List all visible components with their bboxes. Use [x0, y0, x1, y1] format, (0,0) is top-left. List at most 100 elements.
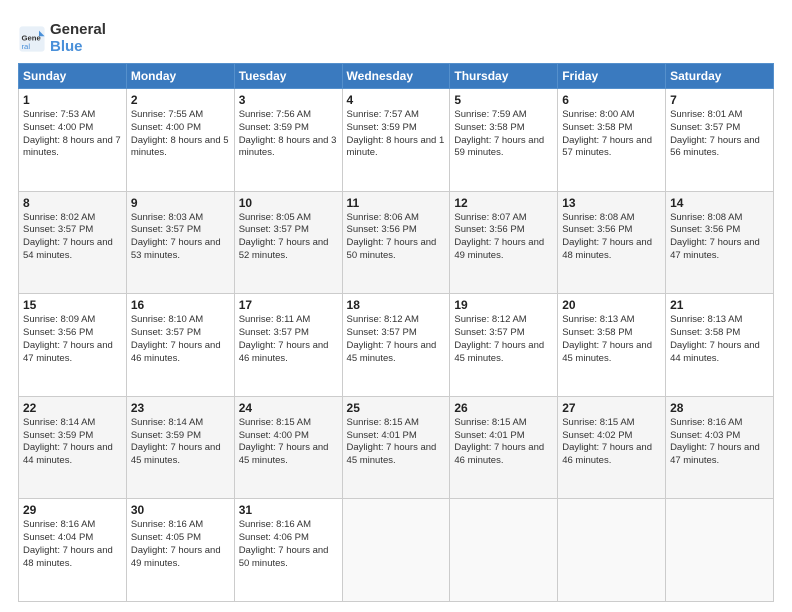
day-number: 29 — [23, 503, 122, 517]
day-cell — [450, 499, 558, 602]
day-info: Sunrise: 8:10 AMSunset: 3:57 PMDaylight:… — [131, 314, 221, 363]
page: Gene ral General Blue SundayMondayTuesda… — [0, 0, 792, 612]
day-cell: 2 Sunrise: 7:55 AMSunset: 4:00 PMDayligh… — [126, 89, 234, 192]
day-info: Sunrise: 8:12 AMSunset: 3:57 PMDaylight:… — [454, 314, 544, 363]
day-info: Sunrise: 8:08 AMSunset: 3:56 PMDaylight:… — [670, 212, 760, 261]
day-info: Sunrise: 8:13 AMSunset: 3:58 PMDaylight:… — [670, 314, 760, 363]
day-cell: 9 Sunrise: 8:03 AMSunset: 3:57 PMDayligh… — [126, 191, 234, 294]
day-number: 18 — [347, 298, 446, 312]
column-header-tuesday: Tuesday — [234, 64, 342, 89]
column-header-friday: Friday — [558, 64, 666, 89]
day-number: 28 — [670, 401, 769, 415]
day-info: Sunrise: 8:06 AMSunset: 3:56 PMDaylight:… — [347, 212, 437, 261]
day-cell: 3 Sunrise: 7:56 AMSunset: 3:59 PMDayligh… — [234, 89, 342, 192]
day-info: Sunrise: 8:07 AMSunset: 3:56 PMDaylight:… — [454, 212, 544, 261]
day-number: 5 — [454, 93, 553, 107]
day-number: 21 — [670, 298, 769, 312]
svg-text:Gene: Gene — [22, 33, 42, 42]
day-cell: 12 Sunrise: 8:07 AMSunset: 3:56 PMDaylig… — [450, 191, 558, 294]
day-info: Sunrise: 7:56 AMSunset: 3:59 PMDaylight:… — [239, 109, 337, 158]
day-number: 24 — [239, 401, 338, 415]
column-header-saturday: Saturday — [666, 64, 774, 89]
header: Gene ral General Blue — [18, 18, 774, 55]
day-number: 17 — [239, 298, 338, 312]
day-cell: 29 Sunrise: 8:16 AMSunset: 4:04 PMDaylig… — [19, 499, 127, 602]
day-cell: 15 Sunrise: 8:09 AMSunset: 3:56 PMDaylig… — [19, 294, 127, 397]
day-info: Sunrise: 8:03 AMSunset: 3:57 PMDaylight:… — [131, 212, 221, 261]
week-row-1: 1 Sunrise: 7:53 AMSunset: 4:00 PMDayligh… — [19, 89, 774, 192]
day-cell: 8 Sunrise: 8:02 AMSunset: 3:57 PMDayligh… — [19, 191, 127, 294]
day-info: Sunrise: 7:57 AMSunset: 3:59 PMDaylight:… — [347, 109, 445, 158]
day-cell: 14 Sunrise: 8:08 AMSunset: 3:56 PMDaylig… — [666, 191, 774, 294]
day-cell: 10 Sunrise: 8:05 AMSunset: 3:57 PMDaylig… — [234, 191, 342, 294]
day-cell: 22 Sunrise: 8:14 AMSunset: 3:59 PMDaylig… — [19, 396, 127, 499]
day-cell: 17 Sunrise: 8:11 AMSunset: 3:57 PMDaylig… — [234, 294, 342, 397]
column-header-sunday: Sunday — [19, 64, 127, 89]
svg-text:ral: ral — [22, 41, 31, 50]
day-number: 13 — [562, 196, 661, 210]
day-info: Sunrise: 8:14 AMSunset: 3:59 PMDaylight:… — [131, 417, 221, 466]
day-number: 19 — [454, 298, 553, 312]
day-number: 31 — [239, 503, 338, 517]
day-number: 11 — [347, 196, 446, 210]
day-info: Sunrise: 8:01 AMSunset: 3:57 PMDaylight:… — [670, 109, 760, 158]
day-cell: 13 Sunrise: 8:08 AMSunset: 3:56 PMDaylig… — [558, 191, 666, 294]
column-header-monday: Monday — [126, 64, 234, 89]
day-number: 27 — [562, 401, 661, 415]
day-number: 30 — [131, 503, 230, 517]
day-info: Sunrise: 8:16 AMSunset: 4:04 PMDaylight:… — [23, 519, 113, 568]
day-info: Sunrise: 8:05 AMSunset: 3:57 PMDaylight:… — [239, 212, 329, 261]
day-number: 7 — [670, 93, 769, 107]
day-cell: 28 Sunrise: 8:16 AMSunset: 4:03 PMDaylig… — [666, 396, 774, 499]
day-info: Sunrise: 8:12 AMSunset: 3:57 PMDaylight:… — [347, 314, 437, 363]
logo: Gene ral General Blue — [18, 22, 106, 55]
column-header-wednesday: Wednesday — [342, 64, 450, 89]
day-cell: 24 Sunrise: 8:15 AMSunset: 4:00 PMDaylig… — [234, 396, 342, 499]
day-cell — [342, 499, 450, 602]
logo-text: General Blue — [50, 22, 106, 55]
day-info: Sunrise: 8:00 AMSunset: 3:58 PMDaylight:… — [562, 109, 652, 158]
day-number: 20 — [562, 298, 661, 312]
day-cell: 16 Sunrise: 8:10 AMSunset: 3:57 PMDaylig… — [126, 294, 234, 397]
day-info: Sunrise: 8:16 AMSunset: 4:03 PMDaylight:… — [670, 417, 760, 466]
week-row-2: 8 Sunrise: 8:02 AMSunset: 3:57 PMDayligh… — [19, 191, 774, 294]
day-number: 12 — [454, 196, 553, 210]
day-number: 26 — [454, 401, 553, 415]
day-number: 25 — [347, 401, 446, 415]
day-number: 6 — [562, 93, 661, 107]
day-info: Sunrise: 8:09 AMSunset: 3:56 PMDaylight:… — [23, 314, 113, 363]
day-cell — [666, 499, 774, 602]
day-cell: 6 Sunrise: 8:00 AMSunset: 3:58 PMDayligh… — [558, 89, 666, 192]
day-cell: 27 Sunrise: 8:15 AMSunset: 4:02 PMDaylig… — [558, 396, 666, 499]
day-info: Sunrise: 8:11 AMSunset: 3:57 PMDaylight:… — [239, 314, 329, 363]
day-info: Sunrise: 7:59 AMSunset: 3:58 PMDaylight:… — [454, 109, 544, 158]
day-number: 14 — [670, 196, 769, 210]
day-cell: 21 Sunrise: 8:13 AMSunset: 3:58 PMDaylig… — [666, 294, 774, 397]
day-cell: 23 Sunrise: 8:14 AMSunset: 3:59 PMDaylig… — [126, 396, 234, 499]
day-cell: 31 Sunrise: 8:16 AMSunset: 4:06 PMDaylig… — [234, 499, 342, 602]
day-cell: 26 Sunrise: 8:15 AMSunset: 4:01 PMDaylig… — [450, 396, 558, 499]
day-cell: 1 Sunrise: 7:53 AMSunset: 4:00 PMDayligh… — [19, 89, 127, 192]
day-info: Sunrise: 8:14 AMSunset: 3:59 PMDaylight:… — [23, 417, 113, 466]
day-cell: 20 Sunrise: 8:13 AMSunset: 3:58 PMDaylig… — [558, 294, 666, 397]
day-number: 15 — [23, 298, 122, 312]
logo-icon: Gene ral — [18, 25, 46, 53]
column-header-thursday: Thursday — [450, 64, 558, 89]
day-info: Sunrise: 8:16 AMSunset: 4:06 PMDaylight:… — [239, 519, 329, 568]
day-number: 10 — [239, 196, 338, 210]
day-number: 9 — [131, 196, 230, 210]
day-info: Sunrise: 8:15 AMSunset: 4:02 PMDaylight:… — [562, 417, 652, 466]
day-info: Sunrise: 7:53 AMSunset: 4:00 PMDaylight:… — [23, 109, 121, 158]
day-number: 2 — [131, 93, 230, 107]
day-cell: 11 Sunrise: 8:06 AMSunset: 3:56 PMDaylig… — [342, 191, 450, 294]
day-cell: 7 Sunrise: 8:01 AMSunset: 3:57 PMDayligh… — [666, 89, 774, 192]
day-info: Sunrise: 8:08 AMSunset: 3:56 PMDaylight:… — [562, 212, 652, 261]
calendar-header-row: SundayMondayTuesdayWednesdayThursdayFrid… — [19, 64, 774, 89]
day-info: Sunrise: 8:15 AMSunset: 4:00 PMDaylight:… — [239, 417, 329, 466]
week-row-3: 15 Sunrise: 8:09 AMSunset: 3:56 PMDaylig… — [19, 294, 774, 397]
day-cell: 25 Sunrise: 8:15 AMSunset: 4:01 PMDaylig… — [342, 396, 450, 499]
day-cell: 18 Sunrise: 8:12 AMSunset: 3:57 PMDaylig… — [342, 294, 450, 397]
day-info: Sunrise: 8:15 AMSunset: 4:01 PMDaylight:… — [347, 417, 437, 466]
day-number: 16 — [131, 298, 230, 312]
day-info: Sunrise: 7:55 AMSunset: 4:00 PMDaylight:… — [131, 109, 229, 158]
